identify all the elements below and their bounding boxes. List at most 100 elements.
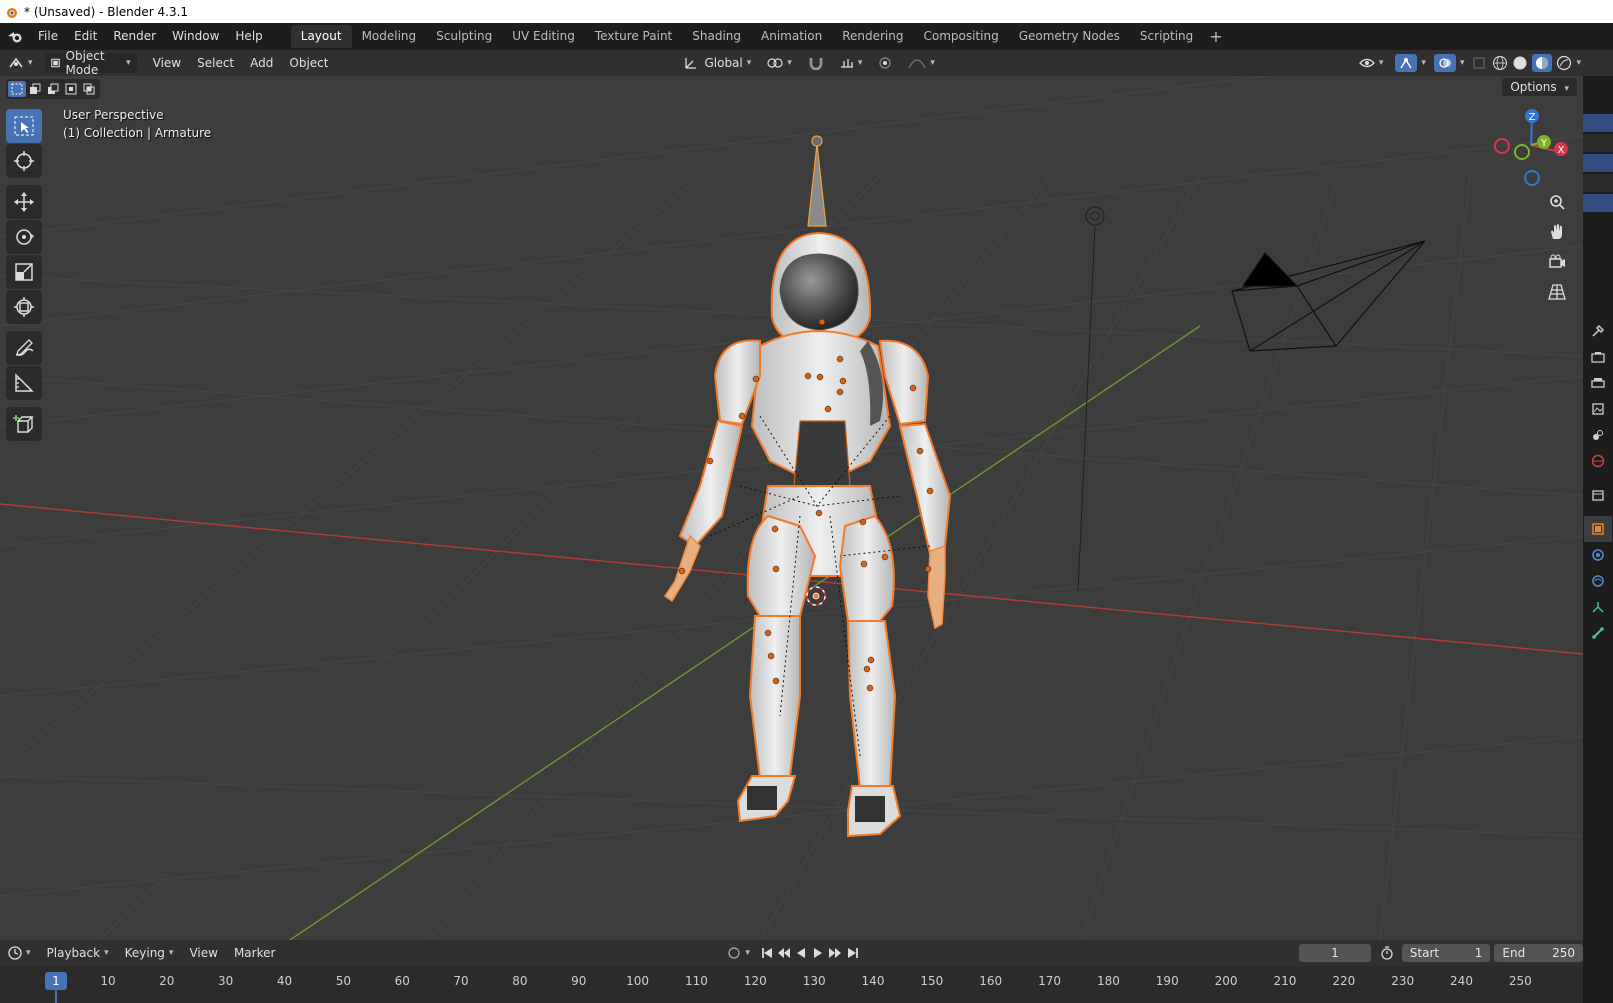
jump-to-keyframe-back-button[interactable]	[775, 944, 792, 962]
tab-view-layer-properties[interactable]	[1584, 396, 1612, 422]
gizmo-y-label: Y	[1540, 138, 1548, 149]
tab-layout[interactable]: Layout	[290, 25, 352, 48]
shading-material-button[interactable]	[1530, 53, 1554, 73]
outliner-selected-row[interactable]	[1583, 194, 1613, 212]
scale-tool[interactable]	[6, 255, 42, 289]
timeline-ruler-label: 240	[1450, 974, 1473, 988]
proportional-edit-toggle[interactable]	[870, 53, 900, 73]
3d-viewport[interactable]: User Perspective (1) Collection | Armatu…	[0, 76, 1583, 940]
editor-type-button[interactable]: ▾	[0, 53, 41, 73]
tab-modifier-properties[interactable]	[1584, 542, 1612, 568]
add-workspace-button[interactable]: +	[1203, 27, 1228, 46]
tab-object-properties[interactable]	[1584, 516, 1612, 542]
visibility-dropdown[interactable]: ▾	[1351, 53, 1392, 73]
tab-modeling[interactable]: Modeling	[352, 25, 427, 48]
start-frame-field[interactable]: Start 1	[1401, 944, 1491, 962]
camera-view-button[interactable]	[1543, 248, 1571, 276]
annotate-tool[interactable]	[6, 331, 42, 365]
overlays-toggle[interactable]: ▾	[1430, 53, 1469, 73]
timeline-view-menu[interactable]: View	[181, 943, 225, 963]
tab-world-properties[interactable]	[1584, 448, 1612, 474]
auto-keying-toggle[interactable]: ▾	[719, 943, 758, 963]
timeline-keying-menu[interactable]: Keying ▾	[117, 943, 182, 963]
gizmos-toggle[interactable]: ▾	[1391, 53, 1430, 73]
menu-window[interactable]: Window	[164, 23, 227, 50]
tab-animation[interactable]: Animation	[751, 25, 832, 48]
menu-edit[interactable]: Edit	[66, 23, 105, 50]
tab-uv-editing[interactable]: UV Editing	[502, 25, 585, 48]
timeline-marker-menu[interactable]: Marker	[226, 943, 283, 963]
tab-physics-properties[interactable]	[1584, 568, 1612, 594]
outliner-selected-row[interactable]	[1583, 114, 1613, 132]
perspective-toggle-button[interactable]	[1543, 278, 1571, 306]
blender-menu-icon[interactable]	[0, 23, 30, 50]
tab-tool-properties[interactable]	[1584, 318, 1612, 344]
mode-dropdown[interactable]: Object Mode ▾	[44, 49, 137, 77]
shading-rendered-button[interactable]: ▾	[1554, 53, 1583, 73]
select-new-button[interactable]	[8, 81, 26, 97]
snap-target-dropdown[interactable]: ▾	[832, 53, 871, 73]
timeline-ruler-label: 20	[159, 974, 175, 988]
play-reverse-button[interactable]	[792, 944, 809, 962]
pan-button[interactable]	[1543, 218, 1571, 246]
tab-render-properties[interactable]	[1584, 344, 1612, 370]
xray-toggle[interactable]	[1468, 53, 1490, 73]
select-intersect-button[interactable]	[80, 81, 98, 97]
navigation-gizmo[interactable]: Z X Y	[1480, 96, 1580, 196]
select-box-tool[interactable]	[6, 109, 42, 143]
select-subtract-button[interactable]	[44, 81, 62, 97]
tab-rendering[interactable]: Rendering	[832, 25, 913, 48]
tab-shading[interactable]: Shading	[682, 25, 751, 48]
playhead-frame-indicator[interactable]: 1	[45, 972, 67, 990]
shading-wireframe-button[interactable]	[1490, 53, 1510, 73]
jump-to-start-button[interactable]	[758, 944, 775, 962]
outliner-row[interactable]	[1583, 174, 1613, 192]
select-invert-button[interactable]	[62, 81, 80, 97]
viewport-menu-object[interactable]: Object	[281, 53, 336, 73]
move-tool[interactable]	[6, 185, 42, 219]
grid-perspective-icon	[1548, 284, 1566, 300]
measure-tool[interactable]	[6, 366, 42, 400]
cursor-tool[interactable]	[6, 144, 42, 178]
outliner-row[interactable]	[1583, 134, 1613, 152]
add-cube-tool[interactable]	[6, 407, 42, 441]
transform-orientation-dropdown[interactable]: Global ▾	[676, 53, 759, 73]
jump-to-keyframe-forward-button[interactable]	[827, 944, 844, 962]
menu-render[interactable]: Render	[105, 23, 164, 50]
viewport-menu-select[interactable]: Select	[189, 53, 242, 73]
timeline-ruler[interactable]: 10 20 30 40 50 60 70 80 90 100 110 120 130 140 150 160 1…	[0, 966, 1583, 1003]
snap-toggle[interactable]	[800, 53, 832, 73]
tab-texture-paint[interactable]: Texture Paint	[585, 25, 682, 48]
tab-scripting[interactable]: Scripting	[1130, 25, 1203, 48]
transform-tool[interactable]	[6, 290, 42, 324]
menu-help[interactable]: Help	[227, 23, 270, 50]
select-extend-button[interactable]	[26, 81, 44, 97]
end-frame-field[interactable]: End 250	[1494, 944, 1584, 962]
chevron-down-icon: ▾	[26, 948, 31, 958]
tab-geometry-nodes[interactable]: Geometry Nodes	[1009, 25, 1130, 48]
play-button[interactable]	[810, 944, 827, 962]
timeline-editor-type-button[interactable]: ▾	[0, 943, 39, 963]
current-frame-field[interactable]: 1	[1299, 944, 1371, 962]
tab-scene-properties[interactable]	[1584, 422, 1612, 448]
falloff-dropdown[interactable]: ▾	[900, 53, 943, 73]
shading-solid-button[interactable]	[1510, 53, 1530, 73]
tab-collection-properties[interactable]	[1584, 482, 1612, 508]
tab-object-data-properties[interactable]	[1584, 594, 1612, 620]
viewport-menu-view[interactable]: View	[145, 53, 189, 73]
timeline-playback-menu[interactable]: Playback ▾	[39, 943, 117, 963]
menu-file[interactable]: File	[30, 23, 66, 50]
tab-compositing[interactable]: Compositing	[913, 25, 1008, 48]
rotate-tool[interactable]	[6, 220, 42, 254]
jump-to-end-button[interactable]	[844, 944, 861, 962]
tab-bone-properties[interactable]	[1584, 620, 1612, 646]
use-preview-range-toggle[interactable]	[1379, 944, 1396, 962]
options-dropdown[interactable]: Options ▾	[1502, 78, 1577, 96]
pivot-point-dropdown[interactable]: ▾	[759, 53, 800, 73]
outliner-selected-row[interactable]	[1583, 154, 1613, 172]
camera-icon	[1549, 254, 1565, 268]
viewport-menu-add[interactable]: Add	[242, 53, 281, 73]
tab-sculpting[interactable]: Sculpting	[426, 25, 502, 48]
tab-output-properties[interactable]	[1584, 370, 1612, 396]
zoom-button[interactable]	[1543, 188, 1571, 216]
